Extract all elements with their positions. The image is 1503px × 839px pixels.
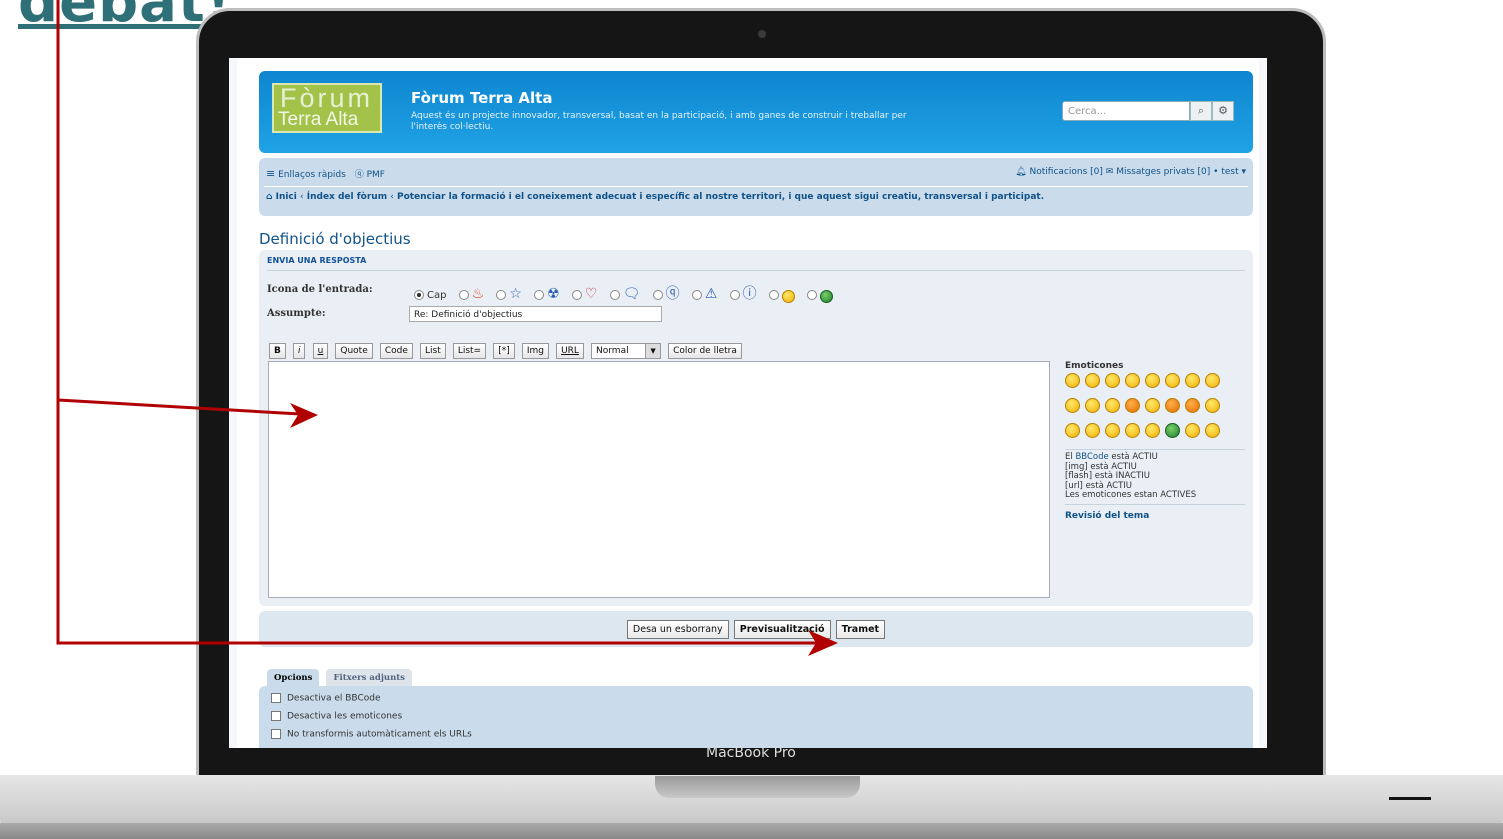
arrow-head-editor-icon xyxy=(290,403,318,428)
annotation-arrows xyxy=(56,0,838,656)
arrow-to-submit-path xyxy=(56,0,830,645)
arrow-to-editor-path xyxy=(57,398,301,416)
